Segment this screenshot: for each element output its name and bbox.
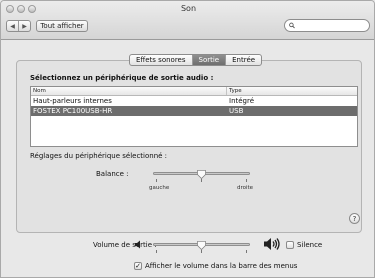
- show-volume-in-menubar-checkbox[interactable]: ✓: [134, 262, 142, 270]
- balance-label: Balance :: [96, 170, 129, 178]
- forward-button[interactable]: ▶: [18, 21, 30, 31]
- titlebar-toolbar: Son ◀ ▶ Tout afficher: [1, 1, 374, 40]
- tab-entree[interactable]: Entrée: [225, 55, 261, 65]
- table-row-selected[interactable]: FOSTEX PC100USB-HR USB: [31, 106, 357, 116]
- search-field[interactable]: [284, 19, 370, 32]
- device-name: FOSTEX PC100USB-HR: [33, 107, 113, 115]
- volume-tick-left: [156, 250, 157, 253]
- balance-tick-right: [246, 179, 247, 182]
- column-header-name[interactable]: Nom: [31, 87, 227, 95]
- back-forward-control: ◀ ▶: [6, 20, 31, 32]
- tab-sortie[interactable]: Sortie: [191, 55, 226, 65]
- output-device-heading: Sélectionnez un périphérique de sortie a…: [30, 74, 214, 82]
- output-volume-label: Volume de sortie :: [93, 241, 157, 249]
- device-type: USB: [229, 107, 244, 115]
- tab-bar: Effets sonores Sortie Entrée: [129, 54, 263, 66]
- device-settings-label: Réglages du périphérique sélectionné :: [30, 152, 168, 160]
- table-header: Nom Type: [31, 87, 357, 96]
- balance-left-label: gauche: [149, 185, 170, 191]
- search-input[interactable]: [297, 22, 369, 29]
- show-volume-in-menubar-label: Afficher le volume dans la barre des men…: [145, 262, 298, 270]
- help-button[interactable]: ?: [349, 213, 360, 224]
- show-all-button[interactable]: Tout afficher: [36, 20, 88, 32]
- mute-checkbox[interactable]: [286, 241, 294, 249]
- window-title: Son: [180, 4, 197, 13]
- balance-right-label: droite: [237, 185, 254, 191]
- device-name: Haut-parleurs internes: [33, 97, 112, 105]
- volume-tick-center: [201, 250, 202, 253]
- sound-preferences-window: Son ◀ ▶ Tout afficher Effets sonores Sor…: [0, 0, 375, 278]
- speaker-high-icon: [264, 238, 280, 250]
- table-row[interactable]: Haut-parleurs internes Intégré: [31, 96, 357, 106]
- balance-tick-left: [156, 179, 157, 182]
- column-header-type[interactable]: Type: [227, 87, 242, 95]
- mute-label: Silence: [297, 241, 323, 249]
- balance-slider-thumb[interactable]: [197, 170, 206, 179]
- device-type: Intégré: [229, 97, 255, 105]
- back-button[interactable]: ◀: [7, 21, 18, 31]
- tab-effets-sonores[interactable]: Effets sonores: [130, 55, 191, 65]
- volume-slider-thumb[interactable]: [197, 241, 206, 250]
- search-icon: [289, 22, 295, 29]
- volume-tick-right: [246, 250, 247, 253]
- balance-tick-center: [201, 179, 202, 182]
- speaker-low-icon: [135, 240, 140, 249]
- output-device-table[interactable]: Nom Type Haut-parleurs internes Intégré …: [30, 86, 358, 147]
